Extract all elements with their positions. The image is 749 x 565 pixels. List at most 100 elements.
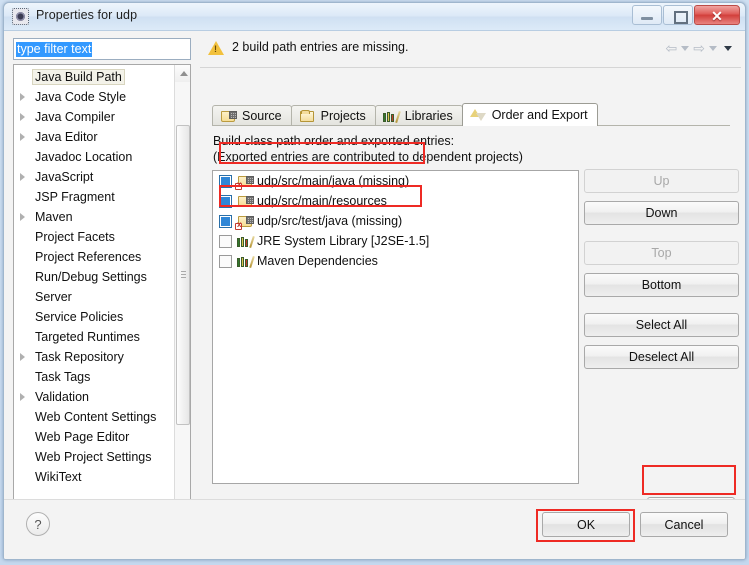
filter-input[interactable]: type filter text (13, 38, 191, 60)
sidebar-item-java-compiler[interactable]: Java Compiler (14, 107, 174, 127)
view-menu-caret-icon[interactable] (724, 45, 732, 51)
button-label: Up (653, 174, 670, 188)
entry-label: udp/src/main/java (missing) (257, 174, 410, 188)
sidebar-item-project-facets[interactable]: Project Facets (14, 227, 174, 247)
select-all-button[interactable]: Select All (584, 313, 739, 337)
help-button[interactable]: ? (26, 512, 50, 536)
warning-message: 2 build path entries are missing. (232, 40, 409, 54)
up-button: Up (584, 169, 739, 193)
sidebar-item-run-debug-settings[interactable]: Run/Debug Settings (14, 267, 174, 287)
sidebar-item-jsp-fragment[interactable]: JSP Fragment (14, 187, 174, 207)
sidebar-item-service-policies[interactable]: Service Policies (14, 307, 174, 327)
back-arrow-icon[interactable]: ⇦ (666, 39, 678, 57)
tab-source[interactable]: Source (212, 105, 292, 126)
dialog-footer: ? OK Cancel (4, 499, 745, 559)
sidebar-item-label: Validation (35, 390, 89, 404)
maximize-restore-button[interactable] (663, 5, 693, 25)
scrollbar-thumb[interactable] (176, 125, 190, 425)
button-group-spacer (584, 305, 739, 313)
tab-order-and-export[interactable]: Order and Export (461, 103, 598, 126)
list-item[interactable]: udp/src/main/java (missing) (213, 171, 578, 191)
sidebar-item-task-tags[interactable]: Task Tags (14, 367, 174, 387)
expand-arrow-icon[interactable] (20, 213, 25, 221)
settings-tree-panel[interactable]: Java Build Path Java Code Style Java Compi… (13, 64, 191, 526)
forward-dropdown-caret-icon[interactable] (709, 45, 717, 51)
description-line-2: (Exported entries are contributed to dep… (213, 150, 523, 164)
ok-button[interactable]: OK (542, 512, 630, 537)
properties-dialog-window: Properties for udp ✕ type filter text Ja… (3, 2, 746, 560)
sidebar-item-java-build-path[interactable]: Java Build Path (14, 67, 174, 87)
tab-libraries[interactable]: Libraries (374, 105, 463, 126)
sidebar-item-label: Task Repository (35, 350, 124, 364)
window-controls: ✕ (631, 5, 740, 25)
entry-checkbox[interactable] (219, 174, 232, 188)
sidebar-item-task-repository[interactable]: Task Repository (14, 347, 174, 367)
minimize-button[interactable] (632, 5, 662, 25)
panel-description: Build class path order and exported entr… (213, 133, 523, 165)
entry-label: udp/src/main/resources (257, 194, 387, 208)
list-item[interactable]: JRE System Library [J2SE-1.5] (213, 231, 578, 251)
cancel-button[interactable]: Cancel (640, 512, 728, 537)
sidebar-item-label: Server (35, 290, 72, 304)
libraries-books-icon (382, 109, 401, 124)
sidebar-item-project-references[interactable]: Project References (14, 247, 174, 267)
expand-arrow-icon[interactable] (20, 173, 25, 181)
entry-checkbox[interactable] (219, 214, 232, 228)
expand-arrow-icon[interactable] (20, 393, 25, 401)
sidebar-item-maven[interactable]: Maven (14, 207, 174, 227)
error-badge-icon (235, 181, 242, 190)
sidebar-item-label: Web Content Settings (35, 410, 157, 424)
settings-tree-list: Java Build Path Java Code Style Java Compi… (14, 67, 174, 487)
sidebar-item-label: Java Compiler (35, 110, 115, 124)
button-label: Deselect All (628, 350, 695, 364)
expand-arrow-icon[interactable] (20, 113, 25, 121)
sidebar-item-javadoc-location[interactable]: Javadoc Location (14, 147, 174, 167)
button-group-spacer (584, 233, 739, 241)
projects-folder-icon (299, 109, 316, 124)
entry-checkbox[interactable] (219, 234, 232, 248)
order-export-arrows-icon (469, 108, 487, 123)
bottom-button[interactable]: Bottom (584, 273, 739, 297)
dialog-body: type filter text Java Build Path Java Cod… (4, 31, 745, 559)
classpath-entries-list[interactable]: udp/src/main/java (missing) udp/src/main/… (212, 170, 579, 484)
sidebar-item-server[interactable]: Server (14, 287, 174, 307)
tab-projects[interactable]: Projects (290, 105, 376, 126)
properties-window-icon (12, 8, 29, 25)
expand-arrow-icon[interactable] (20, 353, 25, 361)
sidebar-item-label: Web Page Editor (35, 430, 130, 444)
sidebar-item-javascript[interactable]: JavaScript (14, 167, 174, 187)
sidebar-item-java-code-style[interactable]: Java Code Style (14, 87, 174, 107)
list-item[interactable]: udp/src/test/java (missing) (213, 211, 578, 231)
expand-arrow-icon[interactable] (20, 133, 25, 141)
close-button[interactable]: ✕ (694, 5, 740, 25)
sidebar-item-web-page-editor[interactable]: Web Page Editor (14, 427, 174, 447)
sidebar-item-label: JSP Fragment (35, 190, 115, 204)
sidebar-item-label: Service Policies (35, 310, 124, 324)
sidebar-item-java-editor[interactable]: Java Editor (14, 127, 174, 147)
sidebar-item-label: Project Facets (35, 230, 115, 244)
source-folder-error-icon (235, 174, 254, 190)
expand-arrow-icon[interactable] (20, 93, 25, 101)
list-item[interactable]: Maven Dependencies (213, 251, 578, 271)
tab-label: Libraries (404, 109, 453, 123)
sidebar-item-validation[interactable]: Validation (14, 387, 174, 407)
sidebar-item-web-content-settings[interactable]: Web Content Settings (14, 407, 174, 427)
tree-vertical-scrollbar[interactable] (174, 65, 190, 525)
dialog-header: 2 build path entries are missing. ⇦ ⇨ (200, 35, 741, 65)
forward-arrow-icon[interactable]: ⇨ (693, 39, 705, 57)
down-button[interactable]: Down (584, 201, 739, 225)
button-label: Down (645, 206, 678, 220)
deselect-all-button[interactable]: Deselect All (584, 345, 739, 369)
sidebar-item-targeted-runtimes[interactable]: Targeted Runtimes (14, 327, 174, 347)
sidebar-item-web-project-settings[interactable]: Web Project Settings (14, 447, 174, 467)
entry-label: Maven Dependencies (257, 254, 378, 268)
sidebar-item-wikitext[interactable]: WikiText (14, 467, 174, 487)
tab-label: Order and Export (491, 108, 588, 122)
warning-triangle-icon (208, 41, 224, 55)
scroll-up-arrow-icon[interactable] (175, 65, 190, 82)
sidebar-item-label: Run/Debug Settings (35, 270, 147, 284)
list-item[interactable]: udp/src/main/resources (213, 191, 578, 211)
back-dropdown-caret-icon[interactable] (681, 45, 690, 51)
entry-checkbox[interactable] (219, 194, 232, 208)
entry-checkbox[interactable] (219, 254, 232, 268)
